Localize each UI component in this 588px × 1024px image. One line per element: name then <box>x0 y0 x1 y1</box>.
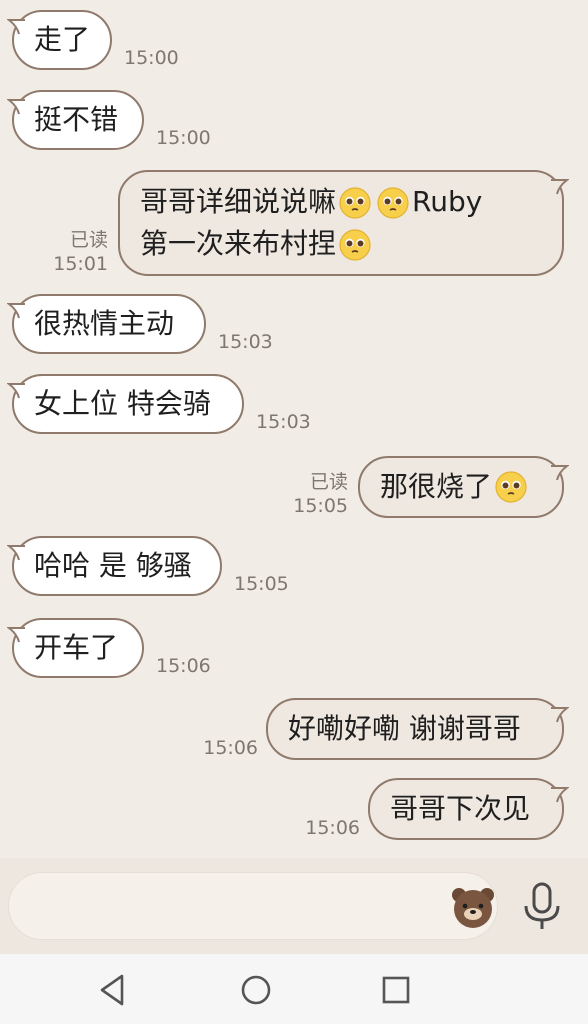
message-row: 走了 15:00 <box>0 10 588 70</box>
received-bubble[interactable]: 挺不错 <box>7 90 144 150</box>
bubble-tail <box>551 787 569 803</box>
message-time: 15:06 <box>305 817 360 839</box>
received-bubble[interactable]: 哈哈 是 够骚 <box>7 536 222 596</box>
message-composer <box>0 858 588 954</box>
sent-bubble[interactable]: 哥哥详细说说嘛 Ruby 第一次来布村捏 <box>118 170 569 276</box>
message-row: 很热情主动 15:03 <box>0 294 588 354</box>
pleading-face-emoji-icon <box>339 187 371 219</box>
message-text: 女上位 特会骑 <box>34 387 211 420</box>
message-text: 开车了 <box>34 631 119 664</box>
bubble-tail <box>7 19 25 35</box>
home-circle-icon[interactable] <box>236 970 276 1010</box>
message-row: 已读 15:01 哥哥详细说说嘛 Ruby 第一次来布村捏 <box>0 170 588 276</box>
message-meta: 已读 15:01 <box>48 228 108 276</box>
message-time: 15:00 <box>124 47 179 69</box>
message-time: 15:03 <box>256 411 311 433</box>
message-row: 开车了 15:06 <box>0 618 588 678</box>
message-text: 哥哥下次见 <box>390 792 531 825</box>
message-line: 哥哥详细说说嘛 Ruby <box>140 181 482 223</box>
message-row: 哈哈 是 够骚 15:05 <box>0 536 588 596</box>
system-navigation-bar <box>0 954 588 1024</box>
message-text: 很热情主动 <box>34 307 175 340</box>
received-bubble[interactable]: 女上位 特会骑 <box>7 374 244 434</box>
pleading-face-emoji-icon <box>339 229 371 261</box>
message-input[interactable] <box>8 872 498 940</box>
recents-square-icon[interactable] <box>376 970 416 1010</box>
read-receipt: 已读 <box>69 229 108 251</box>
message-row: 15:06 哥哥下次见 <box>0 778 588 840</box>
message-row: 挺不错 15:00 <box>0 90 588 150</box>
sent-bubble[interactable]: 好嘞好嘞 谢谢哥哥 <box>266 698 569 760</box>
message-text: 挺不错 <box>34 103 119 136</box>
bubble-tail <box>7 545 25 561</box>
read-receipt: 已读 <box>309 471 348 493</box>
pleading-face-emoji-icon <box>377 187 409 219</box>
message-text: 哥哥详细说说嘛 <box>140 185 337 218</box>
message-text: 走了 <box>34 23 91 56</box>
bear-sticker-icon[interactable] <box>449 883 497 931</box>
message-time: 15:05 <box>293 495 348 517</box>
microphone-icon[interactable] <box>520 880 564 932</box>
message-text: 好嘞好嘞 谢谢哥哥 <box>288 712 521 745</box>
message-time: 15:05 <box>234 573 289 595</box>
message-time: 15:00 <box>156 127 211 149</box>
bubble-tail <box>7 383 25 399</box>
sent-bubble[interactable]: 那很烧了 <box>358 456 569 518</box>
message-time: 15:01 <box>53 253 108 275</box>
back-triangle-icon[interactable] <box>94 970 134 1010</box>
message-text: 第一次来布村捏 <box>140 227 337 260</box>
bubble-tail <box>7 303 25 319</box>
message-text: Ruby <box>412 185 483 218</box>
pleading-face-emoji-icon <box>495 471 527 503</box>
bubble-tail <box>551 179 569 195</box>
bubble-tail <box>7 99 25 115</box>
sent-bubble[interactable]: 哥哥下次见 <box>368 778 569 840</box>
message-line: 第一次来布村捏 <box>140 223 482 265</box>
message-text: 那很烧了 <box>380 470 493 503</box>
message-row: 15:06 好嘞好嘞 谢谢哥哥 <box>0 698 588 760</box>
message-row: 已读 15:05 那很烧了 <box>0 456 588 518</box>
received-bubble[interactable]: 走了 <box>7 10 112 70</box>
message-time: 15:03 <box>218 331 273 353</box>
chat-area[interactable]: 走了 15:00 挺不错 15:00 已读 15:01 哥哥详细说说嘛 Ruby … <box>0 0 588 858</box>
message-row: 女上位 特会骑 15:03 <box>0 374 588 434</box>
message-time: 15:06 <box>156 655 211 677</box>
bubble-tail <box>551 465 569 481</box>
message-meta: 已读 15:05 <box>288 470 348 518</box>
bubble-tail <box>7 627 25 643</box>
message-text: 哈哈 是 够骚 <box>34 549 192 582</box>
received-bubble[interactable]: 开车了 <box>7 618 144 678</box>
received-bubble[interactable]: 很热情主动 <box>7 294 206 354</box>
bubble-tail <box>551 707 569 723</box>
message-time: 15:06 <box>203 737 258 759</box>
